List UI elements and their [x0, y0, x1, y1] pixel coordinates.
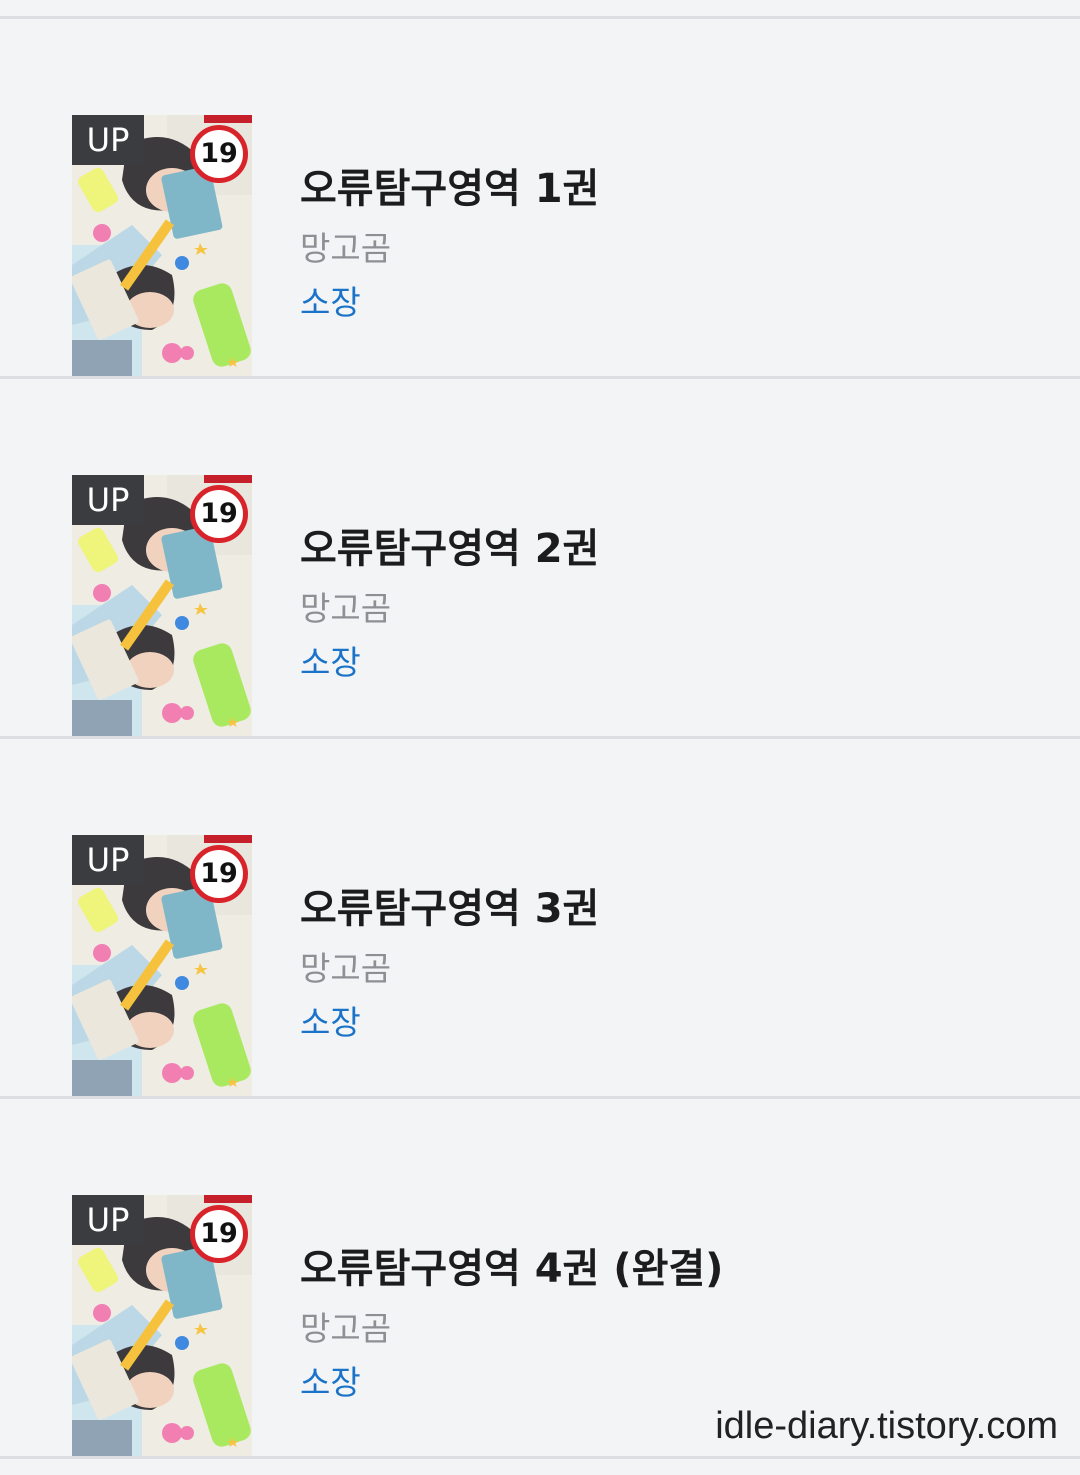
ownership-status: 소장	[300, 643, 361, 682]
cover-top-strip	[204, 835, 252, 843]
book-title[interactable]: 오류탐구영역 2권	[300, 519, 599, 579]
book-author[interactable]: 망고곰	[300, 585, 599, 633]
book-cover-image[interactable]: UP 19	[72, 835, 252, 1096]
book-list-item[interactable]: UP 19 오류탐구영역 2권 망고곰 소장	[0, 379, 1080, 739]
up-badge: UP	[72, 115, 144, 165]
book-title[interactable]: 오류탐구영역 3권	[300, 879, 599, 939]
book-info: 오류탐구영역 3권 망고곰 소장	[300, 879, 599, 1047]
book-info: 오류탐구영역 1권 망고곰 소장	[300, 159, 599, 327]
book-cover-image[interactable]: UP 19	[72, 475, 252, 736]
cover-top-strip	[204, 475, 252, 483]
ownership-status: 소장	[300, 283, 361, 322]
up-badge: UP	[72, 835, 144, 885]
book-author[interactable]: 망고곰	[300, 225, 599, 273]
book-list-item[interactable]: UP 19 오류탐구영역 1권 망고곰 소장	[0, 19, 1080, 379]
book-title[interactable]: 오류탐구영역 4권 (완결)	[300, 1239, 723, 1299]
book-author[interactable]: 망고곰	[300, 1305, 723, 1353]
age-rating-badge: 19	[190, 1205, 248, 1263]
cover-top-strip	[204, 115, 252, 123]
book-cover-image[interactable]: UP 19	[72, 1195, 252, 1456]
up-badge: UP	[72, 475, 144, 525]
book-info: 오류탐구영역 2권 망고곰 소장	[300, 519, 599, 687]
up-badge: UP	[72, 1195, 144, 1245]
age-rating-badge: 19	[190, 845, 248, 903]
book-cover-image[interactable]: UP 19	[72, 115, 252, 376]
ownership-status: 소장	[300, 1003, 361, 1042]
book-author[interactable]: 망고곰	[300, 945, 599, 993]
book-info: 오류탐구영역 4권 (완결) 망고곰 소장	[300, 1239, 723, 1407]
book-title[interactable]: 오류탐구영역 1권	[300, 159, 599, 219]
watermark-text: idle-diary.tistory.com	[715, 1405, 1058, 1447]
age-rating-badge: 19	[190, 485, 248, 543]
book-list-item[interactable]: UP 19 오류탐구영역 3권 망고곰 소장	[0, 739, 1080, 1099]
cover-top-strip	[204, 1195, 252, 1203]
ownership-status: 소장	[300, 1363, 361, 1402]
age-rating-badge: 19	[190, 125, 248, 183]
book-list: UP 19 오류탐구영역 1권 망고곰 소장 UP 19 오류탐구영역 2권 망…	[0, 19, 1080, 1459]
